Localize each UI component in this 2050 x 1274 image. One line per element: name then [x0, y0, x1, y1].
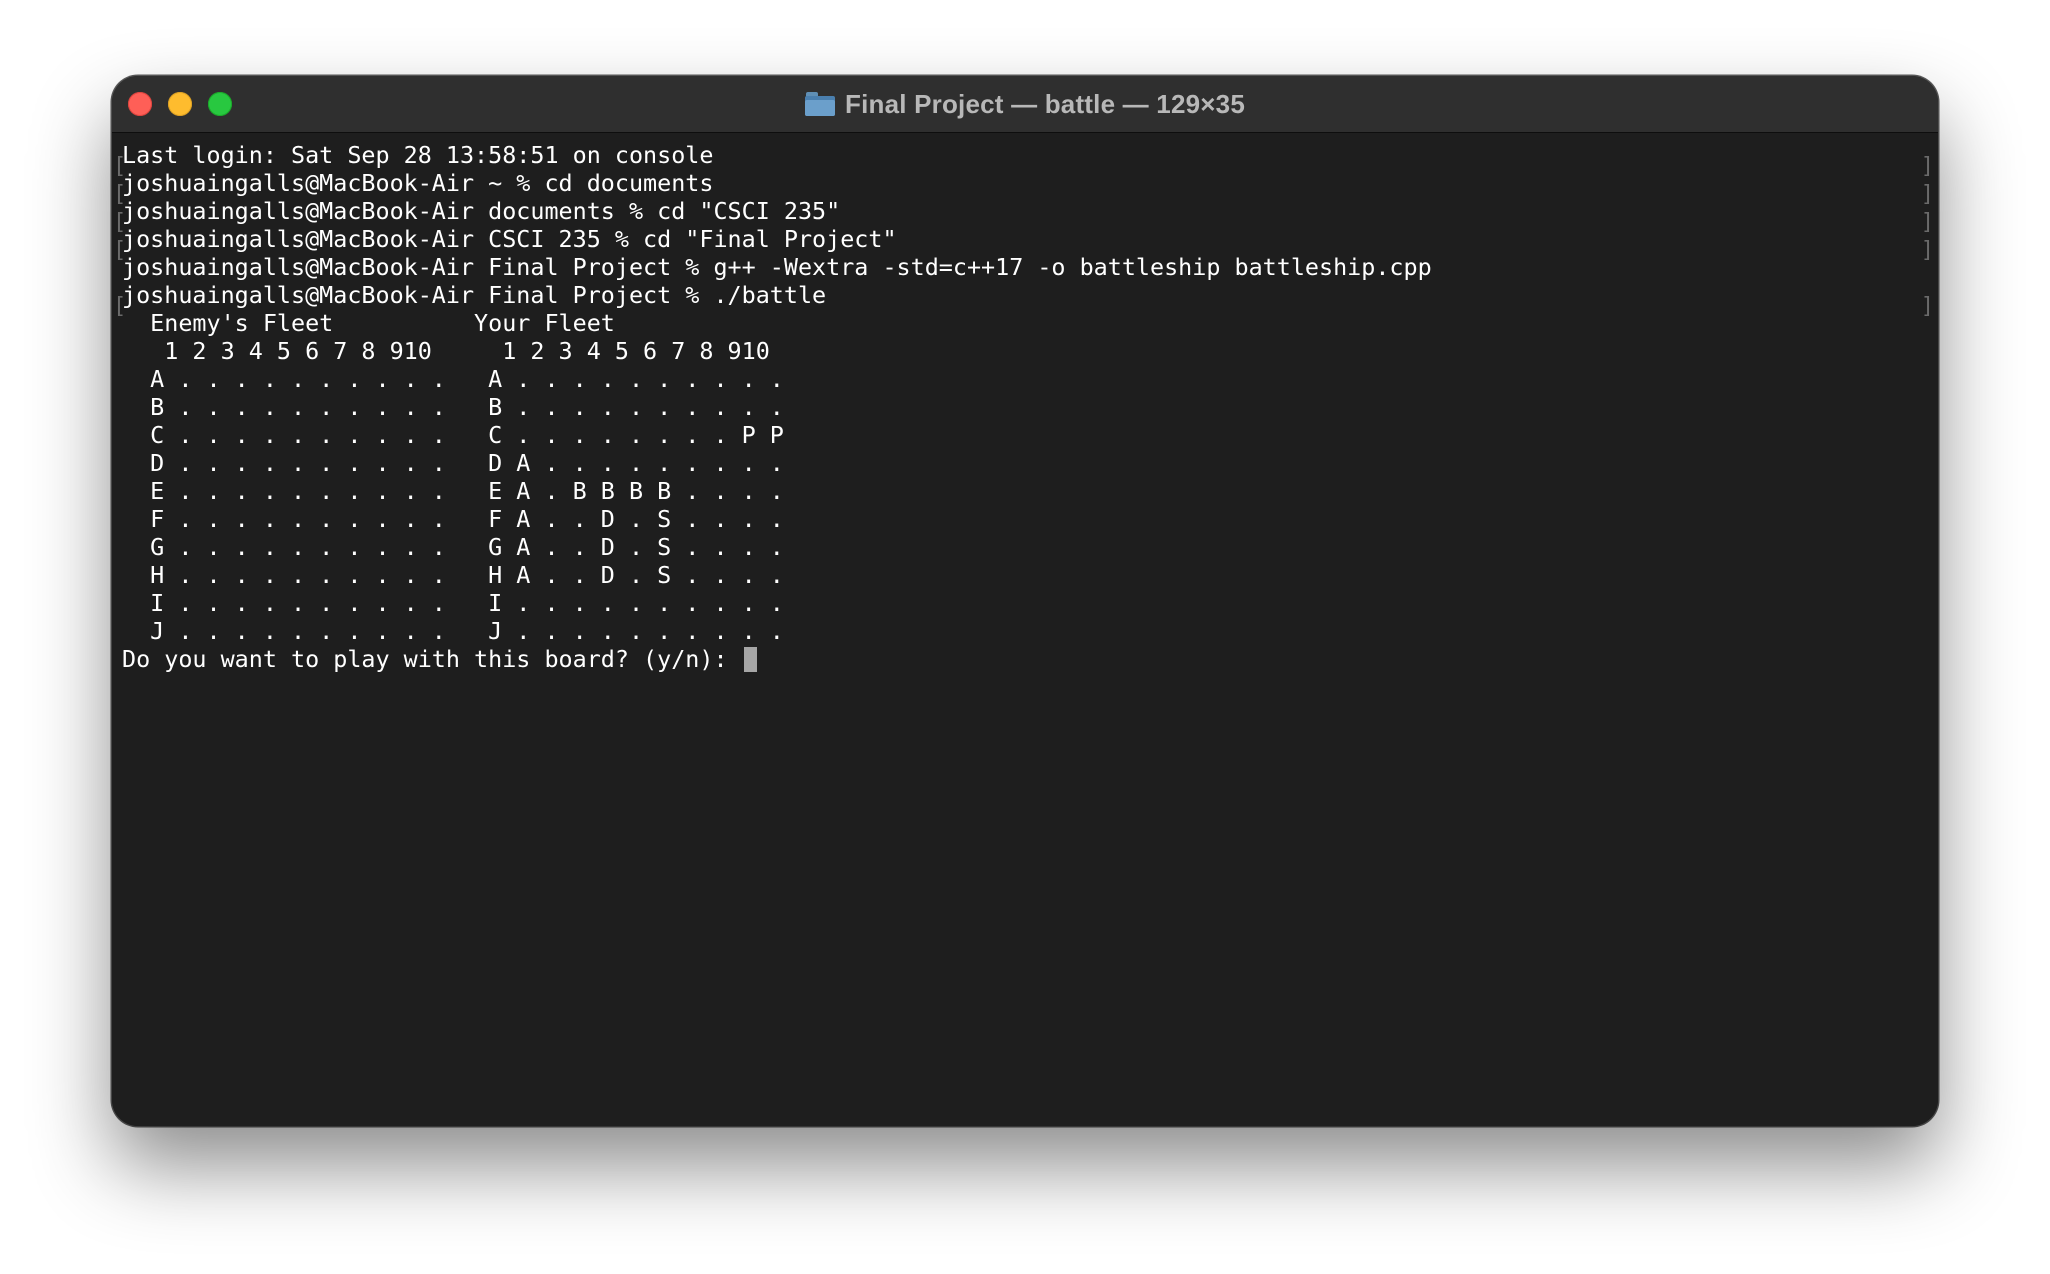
board-row: B . . . . . . . . . . B . . . . . . . . … [122, 393, 784, 421]
board-row: I . . . . . . . . . . I . . . . . . . . … [122, 589, 784, 617]
fleet-headers: Enemy's Fleet Your Fleet [122, 309, 615, 337]
board-row: F . . . . . . . . . . F A . . D . S . . … [122, 505, 784, 533]
output-line-login: Last login: Sat Sep 28 13:58:51 on conso… [122, 141, 714, 169]
board-row: J . . . . . . . . . . J . . . . . . . . … [122, 617, 784, 645]
title-bar[interactable]: Final Project — battle — 129×35 [112, 76, 1938, 133]
board-row: E . . . . . . . . . . E A . B B B B . . … [122, 477, 784, 505]
mark-bracket-right: ] [1920, 210, 1934, 235]
command-line: joshuaingalls@MacBook-Air Final Project … [122, 281, 827, 309]
mark-bracket-right: ] [1920, 182, 1934, 207]
command-line: joshuaingalls@MacBook-Air documents % cd… [122, 197, 841, 225]
terminal-window: Final Project — battle — 129×35 [ ] [ ] … [112, 76, 1938, 1126]
board-row: C . . . . . . . . . . C . . . . . . . . … [122, 421, 784, 449]
command-line: joshuaingalls@MacBook-Air CSCI 235 % cd … [122, 225, 897, 253]
board-row: A . . . . . . . . . . A . . . . . . . . … [122, 365, 784, 393]
command-line: joshuaingalls@MacBook-Air ~ % cd documen… [122, 169, 714, 197]
text-cursor [743, 647, 757, 672]
mark-bracket-right: ] [1920, 238, 1934, 263]
window-title-label: Final Project — battle — 129×35 [845, 88, 1245, 119]
command-line: joshuaingalls@MacBook-Air Final Project … [122, 253, 1432, 281]
terminal-output[interactable]: [ ] [ ] [ ] [ ] [ ] Last login: Sat Sep … [112, 133, 1938, 1126]
board-row: H . . . . . . . . . . H A . . D . S . . … [122, 561, 784, 589]
board-row: G . . . . . . . . . . G A . . D . S . . … [122, 533, 784, 561]
input-prompt-line[interactable]: Do you want to play with this board? (y/… [122, 645, 757, 673]
input-prompt: Do you want to play with this board? (y/… [122, 645, 742, 673]
mark-bracket-right: ] [1920, 154, 1934, 179]
window-title: Final Project — battle — 129×35 [112, 76, 1938, 132]
folder-icon [805, 92, 836, 116]
board-row: D . . . . . . . . . . D A . . . . . . . … [122, 449, 784, 477]
board-column-numbers: 1 2 3 4 5 6 7 8 910 1 2 3 4 5 6 7 8 910 [122, 337, 770, 365]
mark-bracket-right: ] [1920, 294, 1934, 319]
